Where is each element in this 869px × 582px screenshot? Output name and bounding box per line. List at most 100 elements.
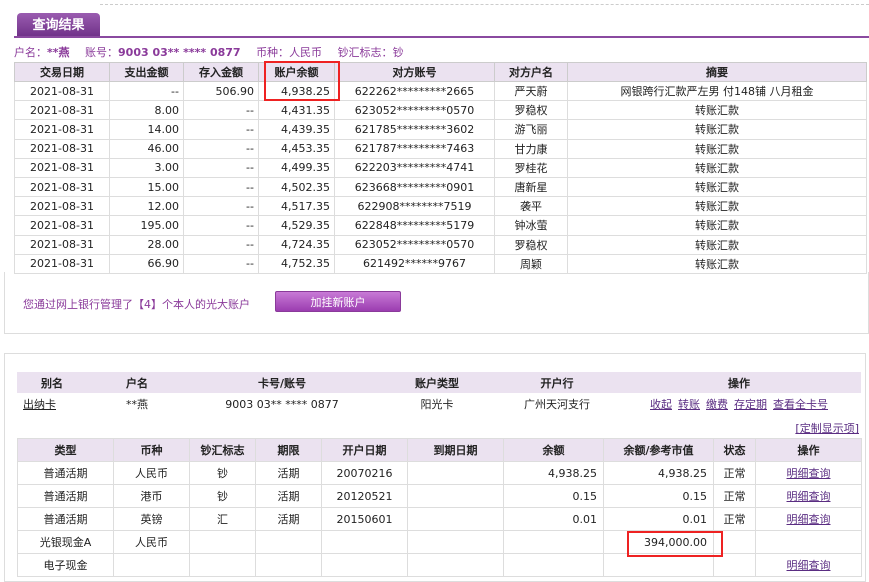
- sub-account-header-cell: 操作: [755, 438, 862, 462]
- sub-account-cell: [407, 484, 504, 508]
- account-header-cell: 户名: [87, 372, 187, 393]
- tx-cell: 2021-08-31: [14, 80, 110, 102]
- sub-account-cell: [503, 553, 604, 577]
- tx-cell: 4,431.35: [258, 100, 335, 121]
- account-op-link[interactable]: 缴费: [706, 398, 728, 411]
- tx-cell: 12.00: [109, 196, 184, 217]
- detail-query-link[interactable]: 明细查询: [755, 507, 862, 531]
- tx-cell: 严天蔚: [494, 80, 568, 102]
- account-header-cell: 别名: [17, 372, 87, 393]
- table-row: 2021-08-31 -- 506.90 4,938.25 622262********…: [14, 80, 867, 102]
- tx-cell: 2021-08-31: [14, 176, 110, 198]
- tx-cell: 转账汇款: [567, 157, 867, 178]
- sub-account-cell: [255, 530, 322, 554]
- sub-account-header-cell: 币种: [113, 438, 190, 462]
- sub-account-cell: [407, 530, 504, 554]
- sub-account-cell: [189, 530, 256, 554]
- tx-cell: 622908********7519: [334, 196, 495, 217]
- cash-flag-info: 钞汇标志：钞: [337, 46, 404, 59]
- custom-display-link[interactable]: [定制显示项]: [795, 420, 859, 436]
- account-header-cell: 账户类型: [377, 372, 497, 393]
- sub-account-cell: 正常: [713, 461, 756, 485]
- sub-account-header-cell: 开户日期: [321, 438, 408, 462]
- sub-account-cell: [407, 461, 504, 485]
- sub-account-cell: 港币: [113, 484, 190, 508]
- sub-account-cell: 电子现金: [17, 553, 114, 577]
- table-row: 普通活期 人民币钞活期 20070216 4,938.25 4,938.25 正常 明细查询: [17, 461, 862, 485]
- tab-underline: [14, 36, 869, 38]
- table-row: 2021-08-31 15.00 -- 4,502.35 623668*********…: [14, 176, 867, 198]
- account-header-row: 别名 户名 卡号/账号 账户类型 开户行 操作: [17, 372, 861, 393]
- account-op-link[interactable]: 存定期: [734, 398, 767, 411]
- account-op-link[interactable]: 查看全卡号: [773, 398, 828, 411]
- tab-query-results[interactable]: 查询结果: [17, 13, 100, 38]
- sub-account-cell: 20150601: [321, 507, 408, 531]
- sub-account-cell: 汇: [189, 507, 256, 531]
- tx-cell: 转账汇款: [567, 119, 867, 140]
- sub-account-cell: 活期: [255, 484, 322, 508]
- tx-cell: 3.00: [109, 157, 184, 178]
- tx-cell: --: [109, 80, 184, 102]
- sub-account-cell: [113, 553, 190, 577]
- sub-account-header-cell: 期限: [255, 438, 322, 462]
- transaction-table: 交易日期 支出金额 存入金额 账户余额 对方账号 对方户名 摘要 2021-08-31 -- 5…: [14, 62, 867, 274]
- tx-cell: 周颖: [494, 253, 568, 274]
- sub-account-cell: 人民币: [113, 530, 190, 554]
- sub-account-cell: 0.01: [603, 507, 714, 531]
- tx-cell: 转账汇款: [567, 215, 867, 236]
- table-row: 普通活期 英镑汇活期 20150601 0.01 0.01 正常 明细查询: [17, 507, 862, 531]
- sub-account-cell: 4,938.25: [503, 461, 604, 485]
- account-alias[interactable]: 出纳卡: [17, 393, 87, 415]
- tx-cell: 2021-08-31: [14, 196, 110, 217]
- account-row: 出纳卡 **燕 9003 03** **** 0877 阳光卡 广州天河支行 收…: [17, 393, 861, 415]
- sub-account-cell: 普通活期: [17, 461, 114, 485]
- account-op-link[interactable]: 收起: [650, 398, 672, 411]
- account-header-cell: 卡号/账号: [187, 372, 377, 393]
- sub-account-table: 类型 币种 钞汇标志 期限 开户日期 到期日期 余额 余额/参考市值 状态 操作 普通活期 人民币钞…: [17, 438, 862, 577]
- tx-cell: 转账汇款: [567, 253, 867, 274]
- table-row: 2021-08-31 8.00 -- 4,431.35 623052*********0…: [14, 100, 867, 121]
- table-row: 2021-08-31 3.00 -- 4,499.35 622203*********4…: [14, 157, 867, 178]
- tx-cell: 621492******9767: [334, 253, 495, 274]
- table-row: 2021-08-31 66.90 -- 4,752.35 621492******976…: [14, 253, 867, 274]
- sub-account-cell: 人民币: [113, 461, 190, 485]
- account-summary-bar: 您通过网上银行管理了【4】个本人的光大账户 加挂新账户: [4, 272, 869, 334]
- sub-account-cell: 20070216: [321, 461, 408, 485]
- sub-account-cell: [189, 553, 256, 577]
- add-account-button[interactable]: 加挂新账户: [275, 291, 401, 312]
- tx-cell: 转账汇款: [567, 100, 867, 121]
- sub-account-header-cell: 到期日期: [407, 438, 504, 462]
- sub-account-header-row: 类型 币种 钞汇标志 期限 开户日期 到期日期 余额 余额/参考市值 状态 操作: [17, 438, 862, 462]
- tx-header-cell: 存入金额: [183, 62, 259, 82]
- tx-cell: 2021-08-31: [14, 119, 110, 140]
- tx-cell: --: [183, 196, 259, 217]
- tx-cell: 2021-08-31: [14, 234, 110, 255]
- tx-cell: 甘力康: [494, 138, 568, 159]
- tx-cell: 转账汇款: [567, 138, 867, 159]
- tx-header-cell: 对方户名: [494, 62, 568, 82]
- table-row: 2021-08-31 12.00 -- 4,517.35 622908********7…: [14, 196, 867, 217]
- tx-header-cell: 支出金额: [109, 62, 184, 82]
- tx-cell: 623052*********0570: [334, 100, 495, 121]
- tx-cell: 4,502.35: [258, 176, 335, 198]
- account-op-link[interactable]: 转账: [678, 398, 700, 411]
- sub-account-cell: 活期: [255, 507, 322, 531]
- tx-cell: 2021-08-31: [14, 100, 110, 121]
- tx-cell: 622848*********5179: [334, 215, 495, 236]
- account-operations: 收起 转账 缴费 存定期 查看全卡号: [617, 393, 861, 415]
- tx-cell: 28.00: [109, 234, 184, 255]
- market-value-highlight-box: [627, 531, 723, 557]
- detail-query-link[interactable]: 明细查询: [755, 461, 862, 485]
- sub-account-cell: 钞: [189, 484, 256, 508]
- account-table: 别名 户名 卡号/账号 账户类型 开户行 操作 出纳卡 **燕 9003 03** ***…: [17, 372, 861, 415]
- tx-cell: 罗桂花: [494, 157, 568, 178]
- account-card-number: 9003 03** **** 0877: [225, 397, 339, 411]
- sub-account-header-cell: 钞汇标志: [189, 438, 256, 462]
- sub-account-header-cell: 余额/参考市值: [603, 438, 714, 462]
- tx-cell: --: [183, 157, 259, 178]
- tx-cell: 2021-08-31: [14, 157, 110, 178]
- detail-query-link[interactable]: 明细查询: [755, 484, 862, 508]
- tx-cell: 14.00: [109, 119, 184, 140]
- detail-query-link[interactable]: 明细查询: [755, 553, 862, 577]
- sub-account-cell: [755, 530, 862, 554]
